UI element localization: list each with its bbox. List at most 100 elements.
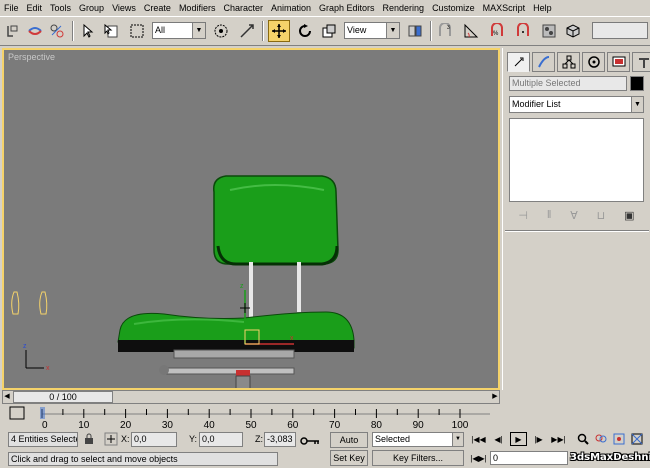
prev-frame-icon[interactable]: ◀ [3,392,11,402]
show-end-result-icon[interactable]: ‖ [547,209,552,221]
chevron-down-icon: ▼ [452,433,463,446]
menu-file[interactable]: File [4,1,23,15]
named-selection-field[interactable] [592,22,648,39]
modify-tab[interactable] [532,52,555,72]
zoom-extents-icon[interactable] [610,432,627,446]
current-frame-field[interactable]: 0 [490,451,568,465]
set-key-button[interactable]: Set Key [330,450,368,466]
display-tab[interactable] [607,52,630,72]
command-panel-tabs [507,52,650,72]
track-bar-ruler: 0 10 20 30 40 50 60 70 80 90 100 [9,406,490,431]
time-slider[interactable]: ◀ 0 / 100 ▶ [2,390,500,404]
chair-mechanism [159,349,295,378]
track-tick-label: 50 [245,420,257,431]
use-pivot-icon[interactable] [404,20,426,42]
object-color-swatch[interactable] [630,76,644,91]
selection-filter-select[interactable]: All ▼ [152,22,206,39]
configure-sets-icon[interactable]: ▣ [624,209,634,222]
select-link-icon[interactable] [46,20,68,42]
menu-character[interactable]: Character [223,1,267,15]
menu-customize[interactable]: Customize [432,1,479,15]
next-frame-icon[interactable]: ▶ [491,392,499,402]
time-slider-handle[interactable]: 0 / 100 [13,391,113,403]
remove-modifier-icon[interactable]: ⊔ [597,209,606,222]
object-name-field[interactable]: Multiple Selected [509,76,627,91]
track-tick-label: 70 [329,420,341,431]
material-editor-icon[interactable] [538,20,560,42]
create-tab[interactable] [507,52,530,72]
track-tick-label: 40 [204,420,216,431]
perspective-viewport[interactable]: Perspective z x z x [2,48,500,390]
track-tick-label: 60 [287,420,299,431]
backrest-support-left [249,262,253,318]
absolute-mode-icon[interactable] [104,432,118,448]
chair-seat [117,311,355,352]
key-mode-toggle-icon[interactable]: |◀▶| [470,451,487,465]
menu-edit[interactable]: Edit [27,1,47,15]
hierarchy-tab[interactable] [557,52,580,72]
menu-graph-editors[interactable]: Graph Editors [319,1,379,15]
panel-divider [505,230,649,232]
svg-text:x: x [46,365,50,372]
x-field[interactable]: 0,0 [131,432,177,447]
spinner-snap-icon[interactable] [512,20,534,42]
menu-views[interactable]: Views [112,1,140,15]
prev-key-icon[interactable]: ◀| [490,432,507,446]
next-key-icon[interactable]: |▶ [530,432,547,446]
modifier-stack[interactable] [509,118,644,202]
angle-snap-icon[interactable] [460,20,482,42]
zoom-extents-all-icon[interactable] [628,432,645,446]
motion-tab[interactable] [582,52,605,72]
chair-column [235,375,251,388]
menu-tools[interactable]: Tools [50,1,75,15]
modifier-list-select[interactable]: Modifier List ▼ [509,96,644,113]
menu-animation[interactable]: Animation [271,1,315,15]
stack-toolbar: ⊣ ‖ ∀ ⊔ ▣ [509,204,644,226]
y-field[interactable]: 0,0 [199,432,243,447]
pin-stack-icon[interactable]: ⊣ [518,209,528,222]
select-move-icon[interactable] [268,20,290,42]
zoom-icon[interactable] [574,432,591,446]
select-by-name-icon[interactable] [100,20,122,42]
play-icon[interactable]: ▶ [510,432,527,446]
snaps-icon[interactable]: 3 [434,20,456,42]
select-object-icon[interactable] [76,20,98,42]
undo-icon[interactable] [2,20,24,42]
zoom-all-icon[interactable] [592,432,609,446]
menu-help[interactable]: Help [533,1,556,15]
select-rotate-icon[interactable] [294,20,316,42]
bind-spacewarp-icon[interactable] [236,20,258,42]
key-icon[interactable] [300,436,320,448]
auto-key-button[interactable]: Auto Key [330,432,368,459]
menu-maxscript[interactable]: MAXScript [483,1,530,15]
rect-selection-icon[interactable] [126,20,148,42]
goto-end-icon[interactable]: ▶▶| [550,432,567,446]
select-scale-icon[interactable] [318,20,340,42]
track-bar[interactable]: 0 10 20 30 40 50 60 70 80 90 100 [2,404,500,432]
svg-text:z: z [240,283,244,290]
window-crossing-icon[interactable] [210,20,232,42]
lock-selection-icon[interactable] [84,433,94,447]
menu-create[interactable]: Create [144,1,175,15]
current-frame-marker[interactable] [40,407,45,419]
track-tick-label: 0 [42,420,48,431]
key-mode-select[interactable]: Selected ▼ [372,432,464,447]
z-field[interactable]: -3,083 [264,432,296,447]
make-unique-icon[interactable]: ∀ [570,209,578,222]
redo-icon[interactable] [24,20,46,42]
render-scene-icon[interactable] [562,20,584,42]
menu-modifiers[interactable]: Modifiers [179,1,220,15]
percent-snap-icon[interactable]: % [486,20,508,42]
reference-coord-select[interactable]: View ▼ [344,22,400,39]
prompt-line: Click and drag to select and move object… [8,452,278,466]
selection-count: 4 Entities Selecte [8,432,78,447]
track-tick-label: 90 [413,420,425,431]
menu-rendering[interactable]: Rendering [383,1,429,15]
chevron-down-icon: ▼ [192,23,205,38]
key-filters-button[interactable]: Key Filters... [372,450,464,466]
utilities-tab[interactable] [632,52,650,72]
goto-start-icon[interactable]: |◀◀ [470,432,487,446]
svg-text:%: % [493,31,499,37]
menu-group[interactable]: Group [79,1,108,15]
open-mini-curve-editor-icon[interactable] [9,406,25,420]
